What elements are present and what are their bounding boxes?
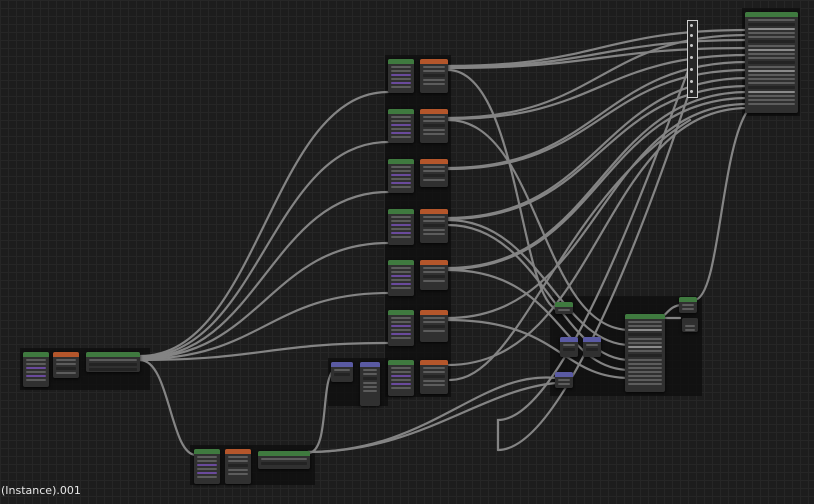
node-col-1a[interactable]	[388, 59, 414, 93]
node-bottom-3[interactable]	[258, 451, 310, 469]
reroute-dot[interactable]	[690, 68, 693, 71]
node-right-in-3[interactable]	[555, 372, 573, 388]
node-col-4b[interactable]	[420, 209, 448, 243]
node-right-out[interactable]	[679, 297, 697, 313]
reroute-dot[interactable]	[690, 80, 693, 83]
node-editor-canvas[interactable]: (Instance).001	[0, 0, 814, 504]
node-col-4a[interactable]	[388, 209, 414, 245]
node-right-mix[interactable]	[682, 318, 698, 332]
reroute-dot[interactable]	[690, 44, 693, 47]
node-col-7b[interactable]	[420, 360, 448, 394]
node-left-1[interactable]	[23, 352, 49, 387]
node-col-2a[interactable]	[388, 109, 414, 143]
reroute-stack[interactable]	[687, 20, 698, 98]
reroute-dot[interactable]	[690, 90, 693, 93]
reroute-dot[interactable]	[690, 56, 693, 59]
viewport-info-text: (Instance).001	[1, 484, 81, 497]
node-col-3b[interactable]	[420, 159, 448, 187]
node-col-3a[interactable]	[388, 159, 414, 193]
principled-node[interactable]	[625, 314, 665, 392]
node-bottom-2[interactable]	[225, 449, 251, 484]
node-bottom-1[interactable]	[194, 449, 220, 484]
node-col-5b[interactable]	[420, 260, 448, 290]
node-right-small[interactable]	[555, 302, 573, 314]
reroute-dot[interactable]	[690, 24, 693, 27]
node-col-2b[interactable]	[420, 109, 448, 143]
node-input-1[interactable]	[331, 362, 353, 382]
node-left-2[interactable]	[53, 352, 79, 378]
node-col-7a[interactable]	[388, 360, 414, 396]
node-col-6b[interactable]	[420, 310, 448, 342]
node-left-3[interactable]	[86, 352, 140, 372]
reroute-dot[interactable]	[690, 34, 693, 37]
group-output[interactable]	[745, 12, 798, 113]
node-right-in-2[interactable]	[583, 337, 601, 357]
node-col-1b[interactable]	[420, 59, 448, 93]
node-col-6a[interactable]	[388, 310, 414, 346]
node-input-2[interactable]	[360, 362, 380, 406]
node-right-in-1[interactable]	[560, 337, 578, 357]
node-col-5a[interactable]	[388, 260, 414, 296]
